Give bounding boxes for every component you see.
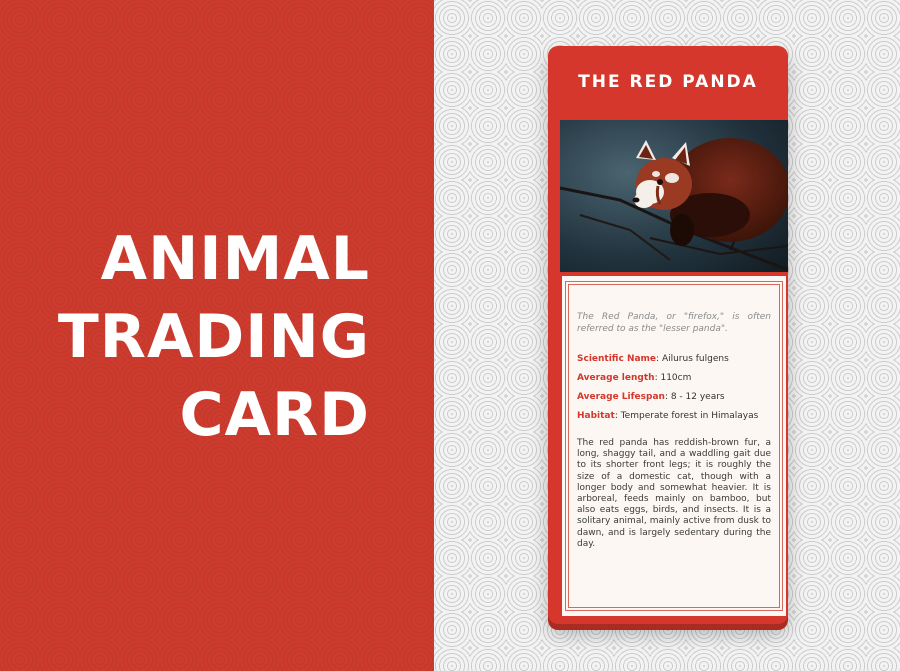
left-red-panel: ANIMAL TRADING CARD bbox=[0, 0, 434, 671]
fact-label: Habitat bbox=[577, 411, 615, 421]
fact-label: Scientific Name bbox=[577, 354, 657, 364]
fact-value: 8 - 12 years bbox=[670, 392, 725, 402]
fact-label: Average length bbox=[577, 373, 655, 383]
card-title: THE RED PANDA bbox=[578, 72, 758, 92]
trading-card: THE RED PANDA The Red Panda, or "firefox… bbox=[548, 46, 788, 624]
headline: ANIMAL TRADING CARD bbox=[58, 220, 370, 454]
headline-line-3: CARD bbox=[179, 380, 370, 450]
red-panda-photo bbox=[560, 120, 788, 272]
info-box: The Red Panda, or "firefox," is often re… bbox=[562, 276, 786, 616]
fact-label: Average Lifespan bbox=[577, 392, 665, 402]
fact-value: Temperate forest in Himalayas bbox=[620, 411, 759, 421]
info-inner-frame: The Red Panda, or "firefox," is often re… bbox=[565, 281, 783, 611]
fact-scientific-name: Scientific Name: Ailurus fulgens bbox=[577, 354, 729, 364]
fact-value: 110cm bbox=[660, 373, 692, 383]
card-intro: The Red Panda, or "firefox," is often re… bbox=[577, 312, 771, 334]
fact-average-length: Average length: 110cm bbox=[577, 373, 692, 383]
card-description: The red panda has reddish-brown fur, a l… bbox=[577, 438, 771, 549]
fact-value: Ailurus fulgens bbox=[661, 354, 729, 364]
fact-habitat: Habitat: Temperate forest in Himalayas bbox=[577, 411, 759, 421]
headline-line-2: TRADING bbox=[57, 302, 370, 372]
fact-average-lifespan: Average Lifespan: 8 - 12 years bbox=[577, 392, 725, 402]
headline-line-1: ANIMAL bbox=[100, 224, 370, 294]
